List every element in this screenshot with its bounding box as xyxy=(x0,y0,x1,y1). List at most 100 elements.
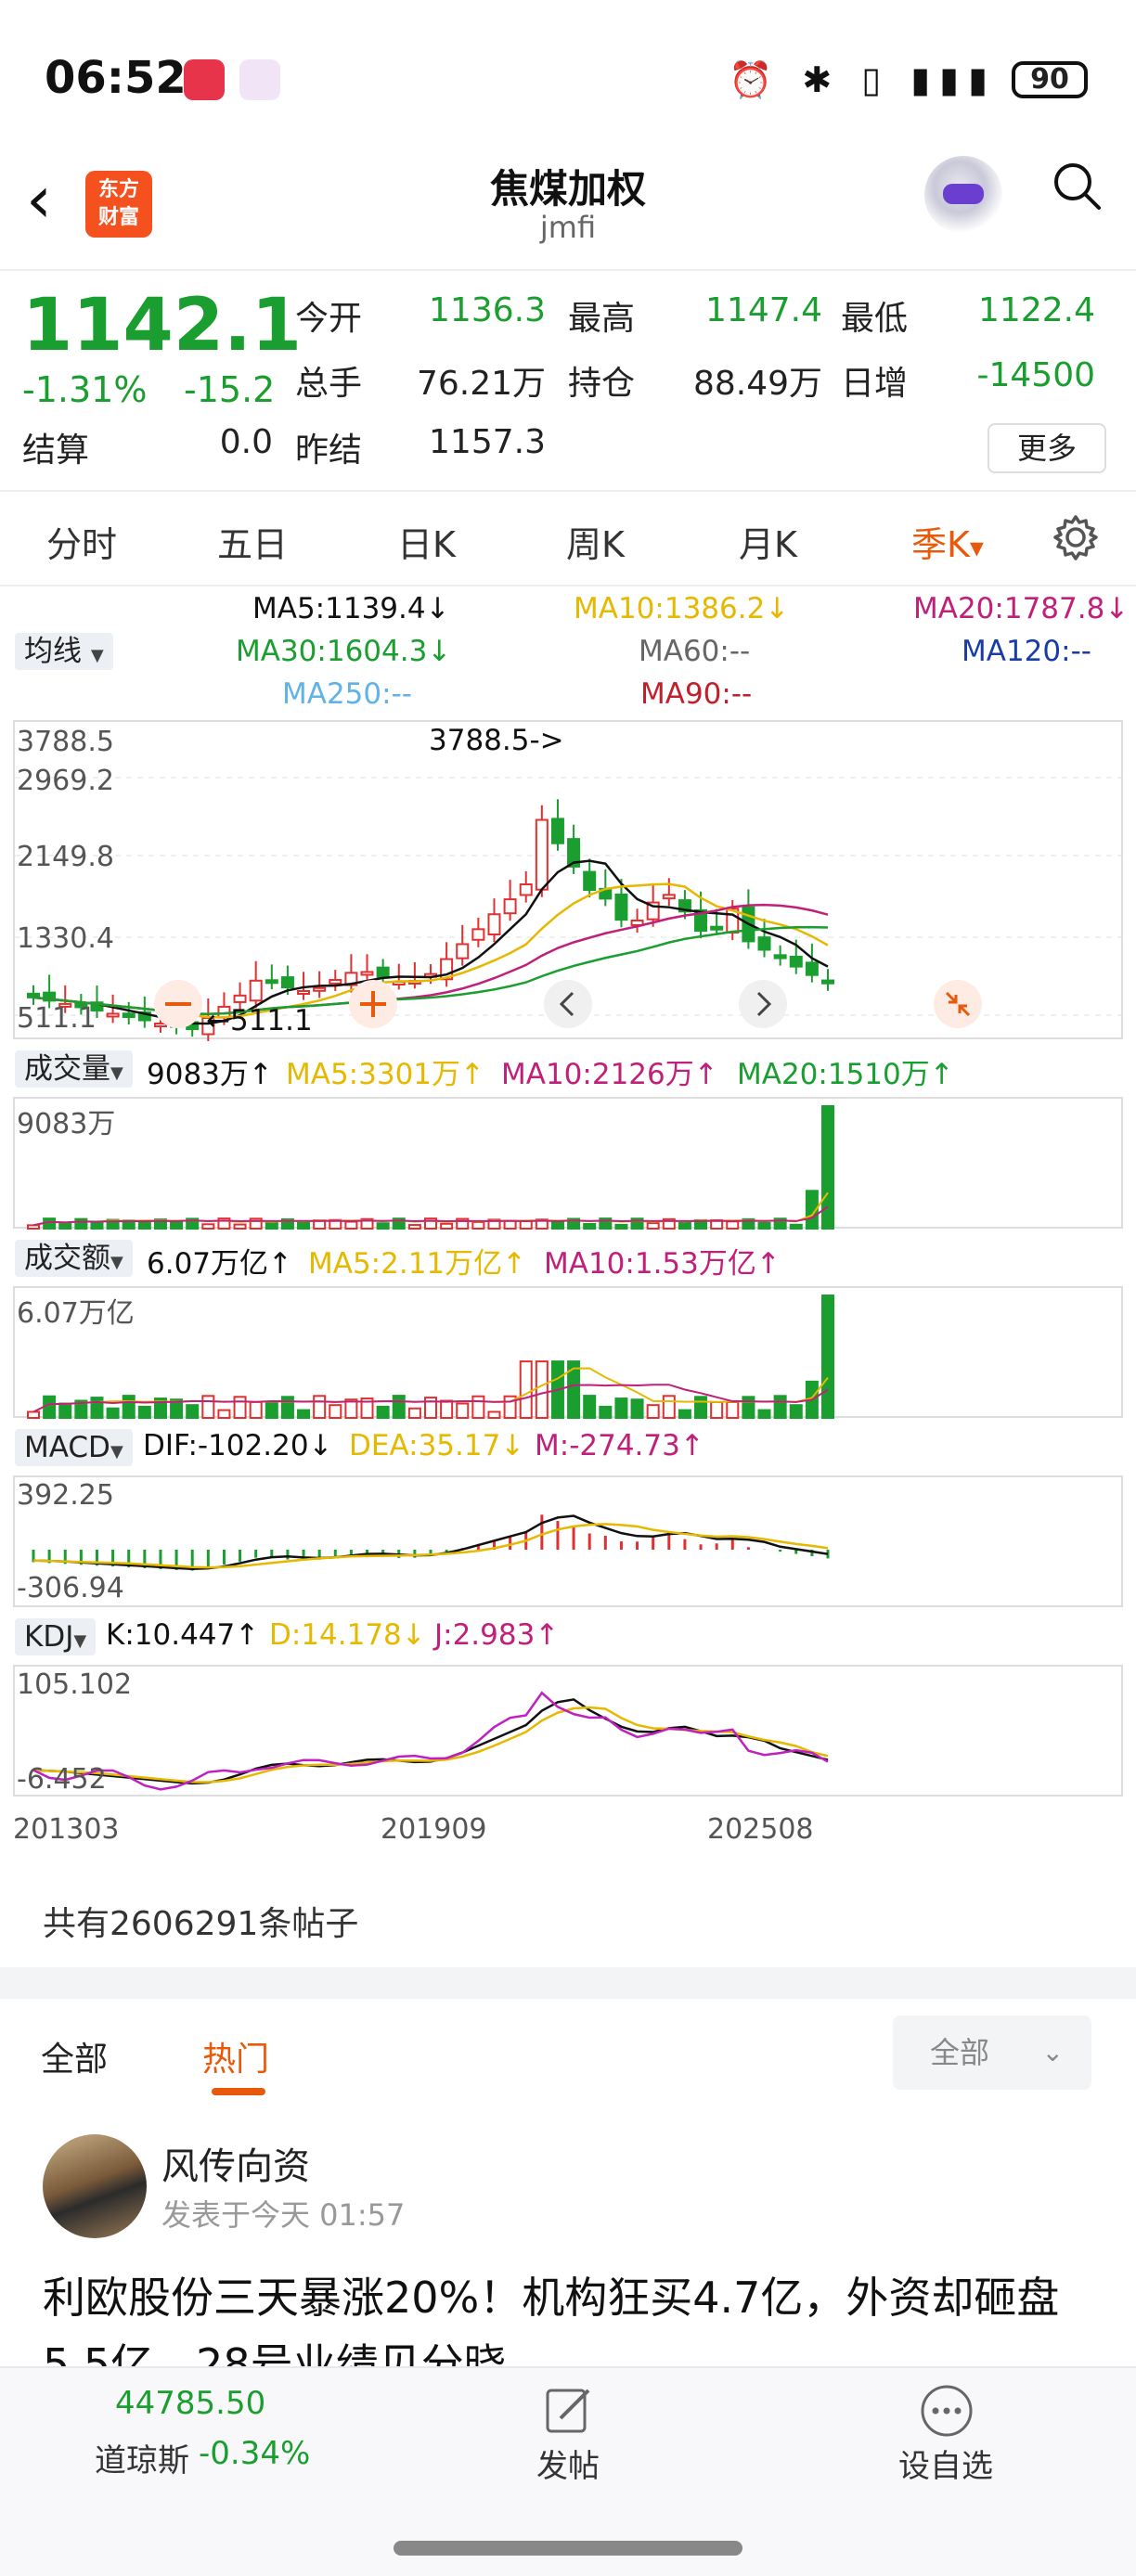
assistant-robot-icon[interactable] xyxy=(924,156,1002,234)
author-avatar[interactable] xyxy=(43,2134,147,2238)
dropdown-arrow-icon: ▼ xyxy=(73,1631,87,1651)
ma-type-selector[interactable]: 均线 ▼ xyxy=(15,633,113,670)
amount-bar xyxy=(392,1395,406,1420)
index-change[interactable]: -0.34% xyxy=(199,2435,310,2472)
ma90-legend: MA90:-- xyxy=(640,677,753,711)
more-options-icon[interactable] xyxy=(919,2383,975,2439)
amount-value: 6.07万亿↑ xyxy=(147,1247,292,1281)
price-axis-top: 3788.5 xyxy=(17,726,114,758)
amount-bar xyxy=(376,1405,390,1419)
tab-quarterly-k[interactable]: 季K▾ xyxy=(911,516,984,567)
scroll-right-icon[interactable] xyxy=(737,978,789,1030)
amount-bar xyxy=(662,1395,676,1419)
author-name[interactable]: 风传向资 xyxy=(161,2136,310,2190)
amount-bar xyxy=(726,1400,740,1419)
macd-selector[interactable]: MACD▼ xyxy=(15,1429,133,1466)
section-divider xyxy=(0,1967,1136,1999)
collapse-fullscreen-icon[interactable] xyxy=(932,978,984,1030)
price-axis-2: 2969.2 xyxy=(17,765,114,797)
volume-bar xyxy=(297,1220,311,1230)
amount-bar xyxy=(789,1404,803,1419)
volume-bar xyxy=(789,1223,803,1230)
macd-chart-panel[interactable] xyxy=(13,1475,1123,1607)
add-watchlist-button[interactable]: 设自选 xyxy=(898,2441,993,2486)
kdj-chart xyxy=(32,1691,829,1791)
volume-selector[interactable]: 成交量▼ xyxy=(15,1050,133,1088)
candle-body xyxy=(297,989,311,995)
candle-body xyxy=(789,955,803,968)
notification-app-icon xyxy=(239,59,280,100)
x-axis-end: 202508 xyxy=(707,1813,814,1846)
amount-selector[interactable]: 成交额▼ xyxy=(15,1240,133,1277)
volume-bar xyxy=(27,1224,40,1230)
candle-body xyxy=(710,925,724,931)
scroll-left-icon[interactable] xyxy=(542,978,594,1030)
amount-bar xyxy=(487,1410,501,1420)
amount-bar xyxy=(599,1405,613,1419)
amount-bar xyxy=(471,1395,485,1419)
volume-label: 总手 xyxy=(295,365,363,403)
amount-bar xyxy=(186,1404,200,1419)
amount-bar xyxy=(90,1397,104,1419)
candle-body xyxy=(519,883,533,896)
tab-timeshare[interactable]: 分时 xyxy=(46,516,117,567)
feed-tab-all[interactable]: 全部 xyxy=(41,2032,108,2080)
volume-bar xyxy=(58,1222,72,1230)
zoom-in-icon[interactable] xyxy=(347,978,399,1030)
change-percent: -1.31% xyxy=(22,369,148,410)
amount-bar xyxy=(233,1396,247,1420)
tab-daily-k[interactable]: 日K xyxy=(397,516,456,567)
settle-value: 0.0 xyxy=(219,423,273,461)
candle-body xyxy=(249,979,263,1002)
volume-ma10: MA10:2126万↑ xyxy=(501,1058,718,1091)
tab-weekly-k[interactable]: 周K xyxy=(566,516,625,567)
volume-bar xyxy=(614,1223,628,1230)
settings-gear-icon[interactable] xyxy=(1051,512,1101,562)
post-time: 发表于今天 01:57 xyxy=(161,2197,406,2233)
index-value[interactable]: 44785.50 xyxy=(115,2385,265,2422)
min-price-marker: ←511.1 xyxy=(206,1004,313,1037)
candle-body xyxy=(360,971,374,976)
macd-chart xyxy=(32,1514,830,1571)
feed-filter-dropdown[interactable]: 全部 ⌄ xyxy=(893,2016,1091,2090)
high-value: 1147.4 xyxy=(705,291,822,329)
macd-dif: DIF:-102.20↓ xyxy=(143,1429,333,1462)
tab-five-day[interactable]: 五日 xyxy=(217,516,288,567)
candle-body xyxy=(662,894,676,900)
more-button[interactable]: 更多 xyxy=(988,423,1106,473)
amount-bar xyxy=(456,1402,470,1420)
candle-body xyxy=(265,979,278,985)
kdj-selector[interactable]: KDJ▼ xyxy=(15,1618,97,1655)
volume-chart-panel[interactable] xyxy=(13,1097,1123,1230)
amount-chart-panel[interactable] xyxy=(13,1286,1123,1420)
x-axis-mid: 201909 xyxy=(381,1813,487,1846)
amount-bar xyxy=(646,1404,660,1420)
settle-label: 结算 xyxy=(22,431,90,470)
amount-bar xyxy=(313,1395,327,1420)
amount-bar xyxy=(710,1400,724,1420)
amount-bar xyxy=(583,1395,597,1419)
amount-bar xyxy=(440,1399,454,1419)
ma5-legend: MA5:1139.4↓ xyxy=(252,592,450,625)
daily-increase-label: 日增 xyxy=(841,365,909,403)
tab-monthly-k[interactable]: 月K xyxy=(739,516,797,567)
zoom-out-icon[interactable] xyxy=(152,978,204,1030)
ma10-legend: MA10:1386.2↓ xyxy=(574,592,790,625)
candle-body xyxy=(614,893,628,921)
dropdown-arrow-icon: ▼ xyxy=(110,1253,123,1272)
kdj-chart-panel[interactable] xyxy=(13,1665,1123,1797)
kdj-d-line xyxy=(32,1706,829,1784)
post-edit-icon[interactable] xyxy=(540,2383,596,2439)
dropdown-arrow-icon: ▾ xyxy=(969,532,984,564)
candle-body xyxy=(821,979,834,985)
index-name[interactable]: 道琼斯 xyxy=(95,2435,189,2480)
status-bar: 06:52 ⏰ ✱ ▯ ▮▮▮ 90 xyxy=(0,0,1136,139)
candle-body xyxy=(773,954,787,960)
post-button[interactable]: 发帖 xyxy=(536,2441,600,2486)
feed-tab-hot[interactable]: 热门 xyxy=(202,2032,269,2080)
amount-bar xyxy=(137,1405,151,1419)
volume-bar xyxy=(74,1217,88,1230)
search-icon[interactable] xyxy=(1051,160,1103,212)
x-axis-start: 201303 xyxy=(13,1813,120,1846)
volume-bar xyxy=(90,1220,104,1230)
